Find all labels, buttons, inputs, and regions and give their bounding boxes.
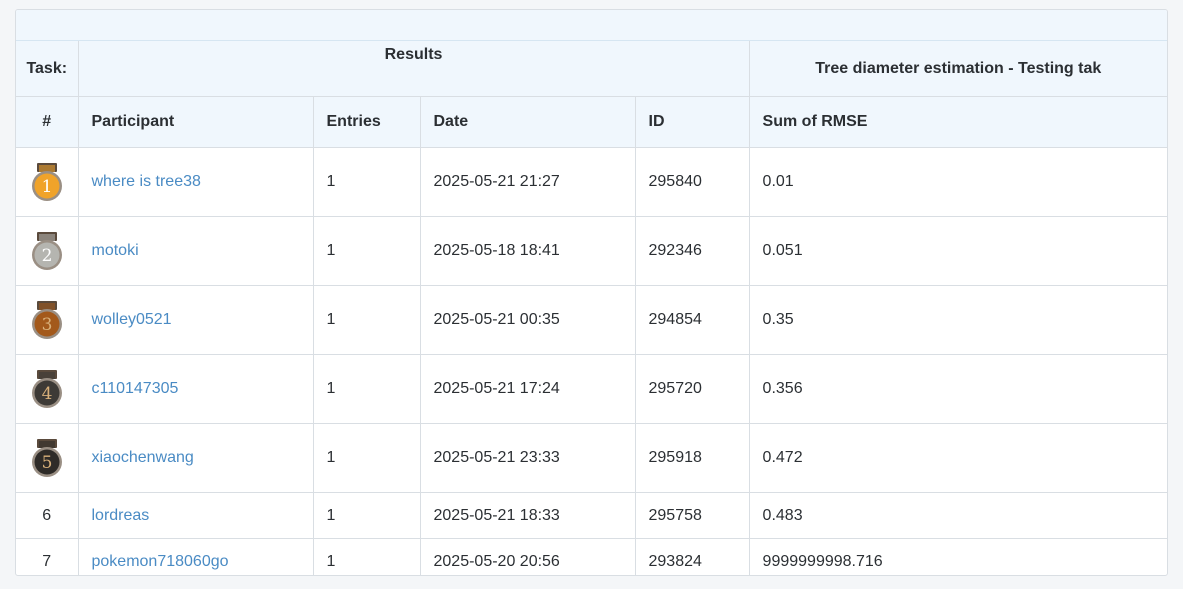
rank-cell: 7 xyxy=(16,538,79,575)
column-header-entries[interactable]: Entries xyxy=(313,96,421,148)
participant-link[interactable]: c110147305 xyxy=(92,380,179,397)
participant-cell: wolley0521 xyxy=(78,285,314,355)
date-cell: 2025-05-21 17:24 xyxy=(420,354,636,424)
score-cell: 0.472 xyxy=(749,423,1167,493)
entries-cell: 1 xyxy=(313,216,421,286)
panel-top-bar xyxy=(16,10,1167,41)
date-cell: 2025-05-21 18:33 xyxy=(420,492,636,539)
rank-cell: 3 xyxy=(16,285,79,355)
bronze-medal-icon: 3 xyxy=(31,301,62,339)
column-header-participant[interactable]: Participant xyxy=(78,96,314,148)
date-cell: 2025-05-20 20:56 xyxy=(420,538,636,575)
gold-medal-icon: 1 xyxy=(31,163,62,201)
score-cell: 0.35 xyxy=(749,285,1167,355)
entries-cell: 1 xyxy=(313,423,421,493)
score-cell: 0.356 xyxy=(749,354,1167,424)
submission-id-cell: 295758 xyxy=(635,492,750,539)
submission-id-cell: 294854 xyxy=(635,285,750,355)
table-row: 2 motoki 1 2025-05-18 18:41 292346 0.051 xyxy=(16,216,1167,286)
column-header-id[interactable]: ID xyxy=(635,96,750,148)
rank-number: 7 xyxy=(42,552,52,570)
medal-rank-number: 1 xyxy=(41,177,52,197)
rank-cell: 6 xyxy=(16,492,79,539)
participant-link[interactable]: lordreas xyxy=(92,507,150,524)
submission-id-cell: 292346 xyxy=(635,216,750,286)
entries-cell: 1 xyxy=(313,147,421,217)
rank-number: 6 xyxy=(42,506,52,524)
column-header-date[interactable]: Date xyxy=(420,96,636,148)
column-header-row: # Participant Entries Date ID Sum of RMS… xyxy=(16,96,1167,148)
medal-rank-number: 5 xyxy=(41,453,52,473)
participant-cell: pokemon718060go xyxy=(78,538,314,575)
medal-rank-number: 4 xyxy=(41,384,52,404)
leaderboard-panel: Task: Results Tree diameter estimation -… xyxy=(15,9,1168,576)
participant-cell: motoki xyxy=(78,216,314,286)
table-row: 4 c110147305 1 2025-05-21 17:24 295720 0.356 xyxy=(16,354,1167,424)
medal-rank-number: 2 xyxy=(41,246,52,266)
column-header-score[interactable]: Sum of RMSE xyxy=(749,96,1167,148)
entries-cell: 1 xyxy=(313,492,421,539)
leaderboard-table: Task: Results Tree diameter estimation -… xyxy=(16,41,1167,575)
score-cell: 0.483 xyxy=(749,492,1167,539)
submission-id-cell: 293824 xyxy=(635,538,750,575)
submission-id-cell: 295840 xyxy=(635,147,750,217)
entries-cell: 1 xyxy=(313,354,421,424)
participant-link[interactable]: pokemon718060go xyxy=(92,553,229,570)
participant-link[interactable]: where is tree38 xyxy=(92,173,201,190)
score-cell: 0.01 xyxy=(749,147,1167,217)
score-cell: 9999999998.716 xyxy=(762,552,883,570)
leaderboard-rows: 1 where is tree38 1 2025-05-21 21:27 295840 0… xyxy=(16,147,1167,575)
fifth-medal-icon: 5 xyxy=(31,439,62,477)
table-row: 3 wolley0521 1 2025-05-21 00:35 294854 0.35 xyxy=(16,285,1167,355)
participant-cell: c110147305 xyxy=(78,354,314,424)
date-cell: 2025-05-21 21:27 xyxy=(420,147,636,217)
table-row: 6 lordreas 1 2025-05-21 18:33 295758 0.483 xyxy=(16,492,1167,539)
entries-cell: 1 xyxy=(313,285,421,355)
rank-cell: 2 xyxy=(16,216,79,286)
table-row: 1 where is tree38 1 2025-05-21 21:27 295840 0… xyxy=(16,147,1167,217)
medal-rank-number: 3 xyxy=(41,315,52,335)
results-heading: Results xyxy=(78,41,750,97)
column-header-rank[interactable]: # xyxy=(16,96,79,148)
table-row: 5 xiaochenwang 1 2025-05-21 23:33 295918 0.47… xyxy=(16,423,1167,493)
participant-link[interactable]: wolley0521 xyxy=(92,311,172,328)
fourth-medal-icon: 4 xyxy=(31,370,62,408)
participant-cell: xiaochenwang xyxy=(78,423,314,493)
participant-link[interactable]: xiaochenwang xyxy=(92,449,194,466)
task-label: Task: xyxy=(16,41,79,97)
silver-medal-icon: 2 xyxy=(31,232,62,270)
date-cell: 2025-05-18 18:41 xyxy=(420,216,636,286)
rank-cell: 5 xyxy=(16,423,79,493)
entries-cell: 1 xyxy=(313,538,421,575)
rank-cell: 1 xyxy=(16,147,79,217)
submission-id-cell: 295918 xyxy=(635,423,750,493)
submission-id-cell: 295720 xyxy=(635,354,750,424)
task-name: Tree diameter estimation - Testing tak xyxy=(749,41,1167,97)
participant-cell: where is tree38 xyxy=(78,147,314,217)
participant-link[interactable]: motoki xyxy=(92,242,139,259)
table-row: 7 pokemon718060go 1 2025-05-20 20:56 293824 9… xyxy=(16,538,1167,575)
task-header-row: Task: Results Tree diameter estimation -… xyxy=(16,41,1167,97)
date-cell: 2025-05-21 00:35 xyxy=(420,285,636,355)
score-cell: 0.051 xyxy=(749,216,1167,286)
date-cell: 2025-05-21 23:33 xyxy=(420,423,636,493)
participant-cell: lordreas xyxy=(78,492,314,539)
rank-cell: 4 xyxy=(16,354,79,424)
